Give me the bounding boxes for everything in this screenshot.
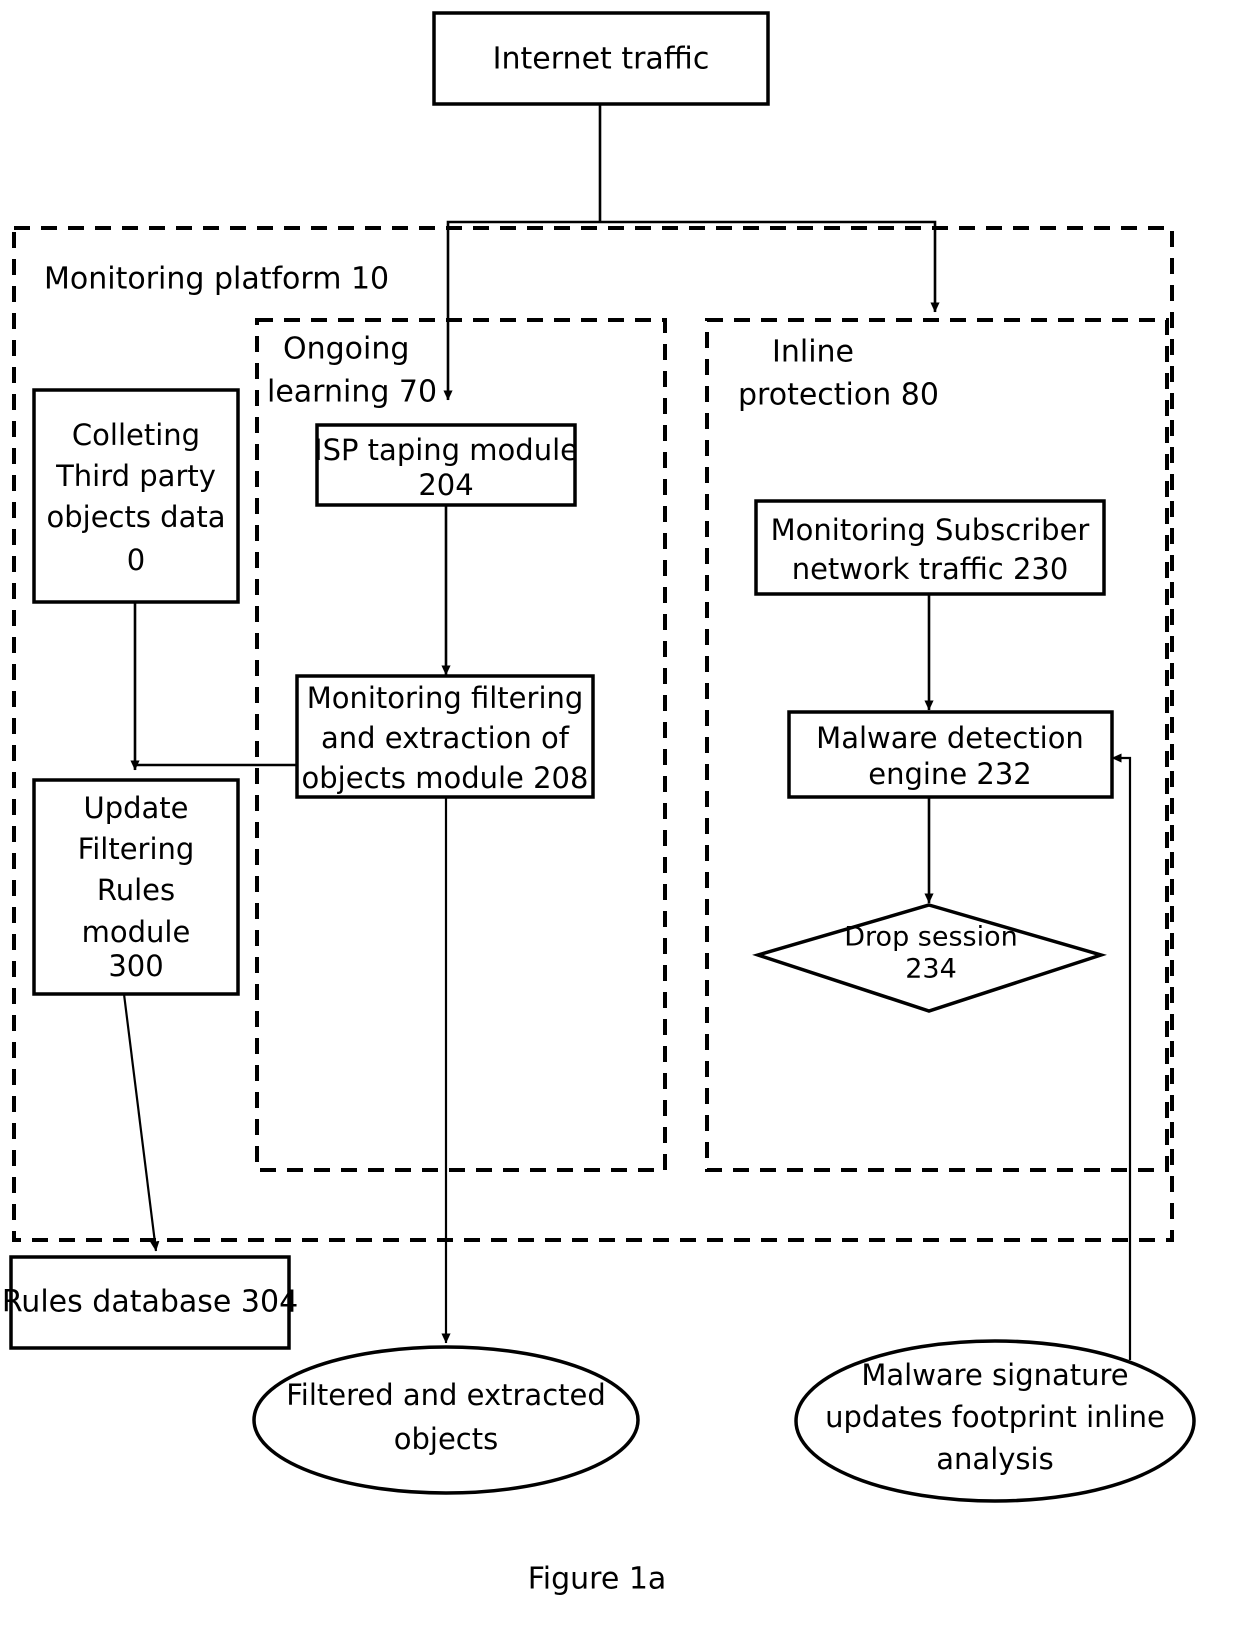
node-update-filtering-rules[interactable]: Update Filtering Rules module 300 [32,778,240,996]
node-malware-engine-line2: engine 232 [868,757,1031,791]
group-inline-protection-label-line1: Inline [772,335,854,370]
node-rules-database[interactable]: Rules database 304 [2,1255,298,1350]
node-malware-detection-engine[interactable]: Malware detection engine 232 [787,710,1114,799]
node-update-line2: Filtering [78,832,195,866]
node-update-line1: Update [83,791,188,825]
node-monitoring-filtering-extraction[interactable]: Monitoring filtering and extraction of o… [295,674,595,799]
node-filtered-objects-line2: objects [394,1422,498,1456]
node-filtered-objects-line1: Filtered and extracted [286,1378,606,1412]
node-drop-session-line1: Drop session [844,922,1017,953]
connector-internet-to-isp [443,220,600,401]
node-drop-session[interactable]: Drop session 234 [752,903,1107,1013]
connector-update-to-rules-db [122,993,160,1252]
group-inline-protection-label-line2: protection 80 [738,378,939,413]
node-malware-signature-line2: updates footprint inline [825,1400,1165,1434]
node-filtering-line2: and extraction of [321,721,570,755]
node-collecting-line3: objects data [46,500,225,534]
node-isp-taping-line2: 204 [418,468,473,502]
node-internet-traffic-label: Internet traffic [493,42,710,77]
group-ongoing-learning-label-line1: Ongoing [283,332,409,367]
node-collecting-third-party[interactable]: Colleting Third party objects data 0 [32,388,240,604]
node-malware-signature-line1: Malware signature [861,1358,1128,1392]
node-malware-signature-line3: analysis [936,1442,1053,1476]
node-drop-session-line2: 234 [905,954,957,985]
group-ongoing-learning-label-line2: learning 70 [267,375,437,410]
node-subscriber-line2: network traffic 230 [792,552,1069,586]
node-update-line5: 300 [108,949,163,983]
node-update-line3: Rules [97,873,175,907]
flowchart-diagram: Internet traffic Monitoring platform 10 … [2,11,1196,1597]
node-update-line4: module [82,915,191,949]
node-filtering-line3: objects module 208 [302,761,589,795]
node-collecting-line1: Colleting [72,418,200,452]
node-isp-taping-line1: ISP taping module [314,433,578,467]
node-filtered-extracted-objects[interactable]: Filtered and extracted objects [252,1345,640,1495]
figure-canvas: Internet traffic Monitoring platform 10 … [0,0,1240,1630]
node-isp-taping-module[interactable]: ISP taping module 204 [314,423,578,507]
node-rules-database-label: Rules database 304 [2,1285,298,1320]
node-collecting-line2: Third party [55,459,216,493]
node-malware-signature-updates[interactable]: Malware signature updates footprint inli… [794,1339,1196,1503]
connector-signature-feedback [1111,753,1132,1360]
node-filtering-line1: Monitoring filtering [307,681,584,715]
node-monitoring-subscriber[interactable]: Monitoring Subscriber network traffic 23… [754,499,1106,596]
node-collecting-line4: 0 [127,543,145,577]
figure-caption: Figure 1a [528,1562,667,1597]
connector-internet-to-inline [600,220,940,313]
group-monitoring-platform-label: Monitoring platform 10 [44,262,389,297]
node-internet-traffic[interactable]: Internet traffic [432,11,770,106]
node-subscriber-line1: Monitoring Subscriber [771,513,1090,547]
node-malware-engine-line1: Malware detection [816,721,1084,755]
